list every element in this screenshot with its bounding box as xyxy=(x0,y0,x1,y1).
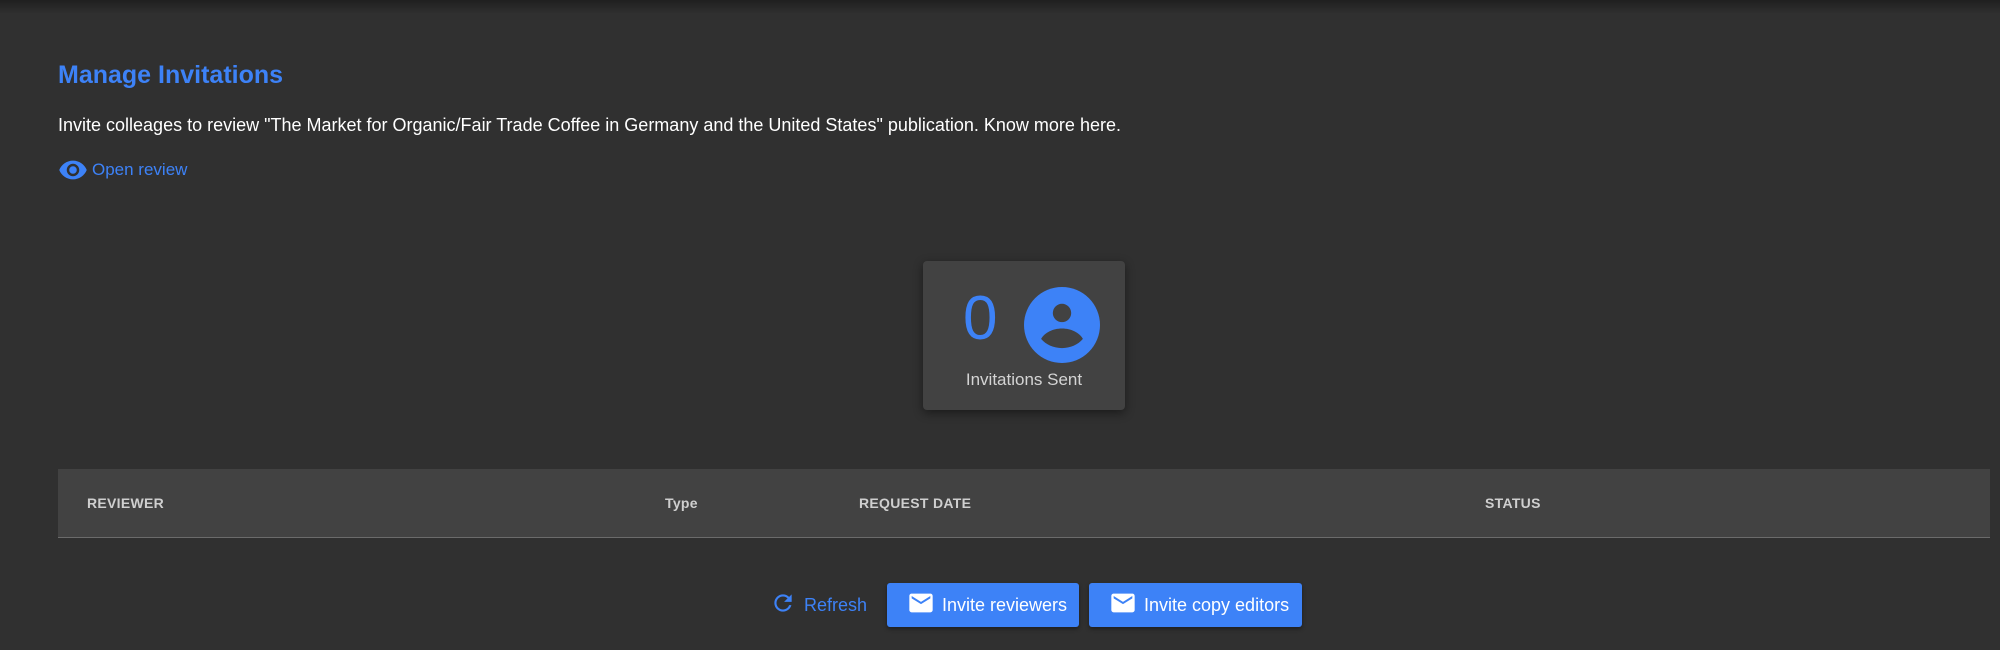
column-header-request-date[interactable]: REQUEST DATE xyxy=(859,469,971,537)
invite-copy-editors-button[interactable]: Invite copy editors xyxy=(1089,583,1302,627)
open-review-link[interactable]: Open review xyxy=(58,155,187,185)
mail-icon xyxy=(907,589,935,622)
invite-copy-editors-label: Invite copy editors xyxy=(1144,594,1290,615)
eye-icon xyxy=(58,155,88,185)
action-bar: Refresh Invite reviewers Invite copy edi… xyxy=(0,583,2000,627)
invite-reviewers-button[interactable]: Invite reviewers xyxy=(887,583,1079,627)
account-circle-icon xyxy=(1024,287,1100,368)
refresh-label: Refresh xyxy=(804,594,868,615)
column-header-status[interactable]: STATUS xyxy=(1485,469,1541,537)
page-title: Manage Invitations xyxy=(58,61,284,89)
invitations-table: REVIEWER Type REQUEST DATE STATUS xyxy=(58,469,1990,538)
refresh-button[interactable]: Refresh xyxy=(764,583,873,627)
column-header-type[interactable]: Type xyxy=(665,469,698,537)
page-description: Invite colleages to review "The Market f… xyxy=(58,115,1121,135)
invite-reviewers-label: Invite reviewers xyxy=(942,594,1068,615)
invitations-count: 0 xyxy=(963,284,998,353)
refresh-icon xyxy=(770,590,796,621)
invitations-sent-card: 0 Invitations Sent xyxy=(923,261,1125,410)
open-review-label: Open review xyxy=(92,160,188,179)
top-bar-shadow xyxy=(0,0,2000,14)
mail-icon xyxy=(1109,589,1137,622)
page-header: Manage Invitations xyxy=(58,58,283,92)
column-header-reviewer[interactable]: REVIEWER xyxy=(87,469,164,537)
invitations-sent-label: Invitations Sent xyxy=(965,370,1083,389)
